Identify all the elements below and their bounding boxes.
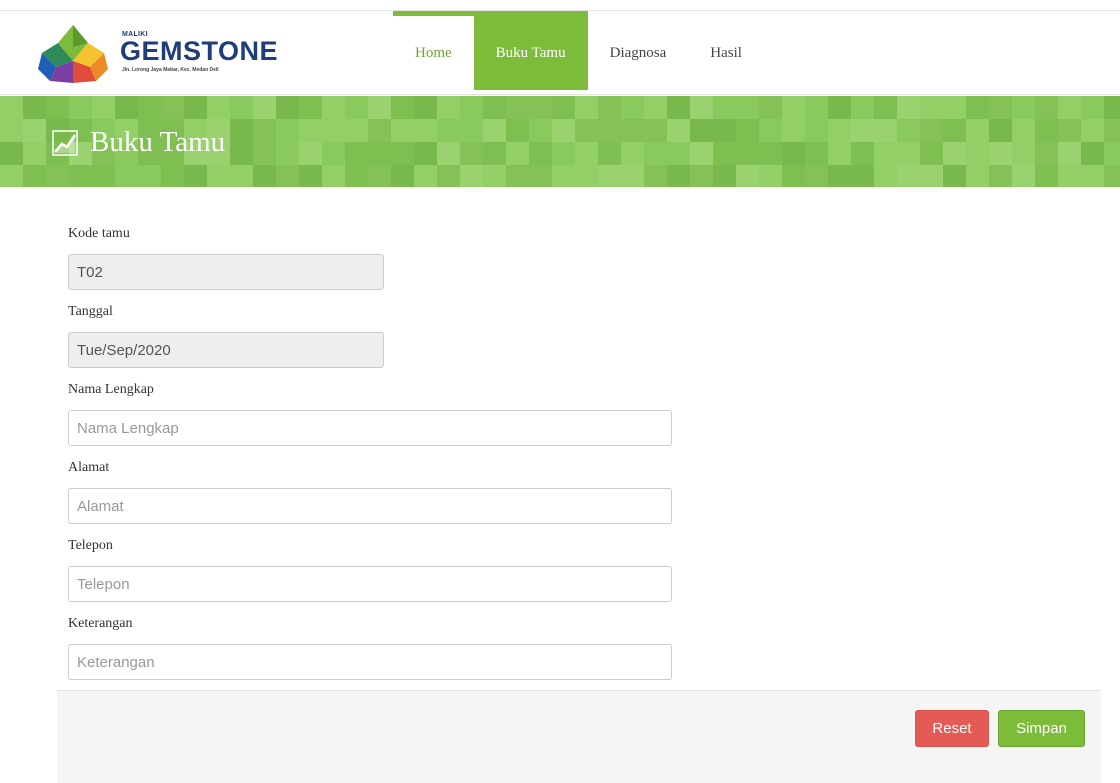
- form-actions-panel: Reset Simpan: [57, 690, 1101, 783]
- page-heading: Buku Tamu: [52, 126, 225, 159]
- nav-item-hasil[interactable]: Hasil: [688, 11, 764, 90]
- tanggal-field: Tue/Sep/2020: [68, 332, 384, 368]
- gem-logo-icon: [38, 25, 108, 83]
- telepon-input[interactable]: Telepon: [68, 566, 672, 602]
- nav-item-buku-tamu[interactable]: Buku Tamu: [473, 11, 588, 90]
- reset-button[interactable]: Reset: [915, 710, 989, 747]
- main-nav: Home Buku Tamu Diagnosa Hasil: [393, 11, 764, 95]
- keterangan-input[interactable]: Keterangan: [68, 644, 672, 680]
- kode-tamu-field: T02: [68, 254, 384, 290]
- alamat-label: Alamat: [68, 460, 110, 475]
- brand-logo[interactable]: MALIKI GEMSTONE Jln. Lorong Jaya Mabar, …: [36, 25, 286, 85]
- line-chart-icon: [52, 129, 78, 156]
- nama-lengkap-label: Nama Lengkap: [68, 382, 154, 397]
- brand-address: Jln. Lorong Jaya Mabar, Kec. Medan Deli: [122, 67, 219, 73]
- save-button[interactable]: Simpan: [998, 710, 1085, 747]
- kode-tamu-label: Kode tamu: [68, 226, 130, 241]
- keterangan-label: Keterangan: [68, 616, 133, 631]
- site-header: MALIKI GEMSTONE Jln. Lorong Jaya Mabar, …: [0, 11, 1120, 95]
- tanggal-label: Tanggal: [68, 304, 113, 319]
- telepon-label: Telepon: [68, 538, 113, 553]
- nama-lengkap-input[interactable]: Nama Lengkap: [68, 410, 672, 446]
- brand-name: GEMSTONE: [120, 36, 279, 66]
- nav-item-home[interactable]: Home: [393, 11, 474, 90]
- page-title: Buku Tamu: [90, 126, 226, 158]
- alamat-input[interactable]: Alamat: [68, 488, 672, 524]
- page-banner: Buku Tamu: [0, 96, 1120, 187]
- nav-item-diagnosa[interactable]: Diagnosa: [588, 11, 689, 90]
